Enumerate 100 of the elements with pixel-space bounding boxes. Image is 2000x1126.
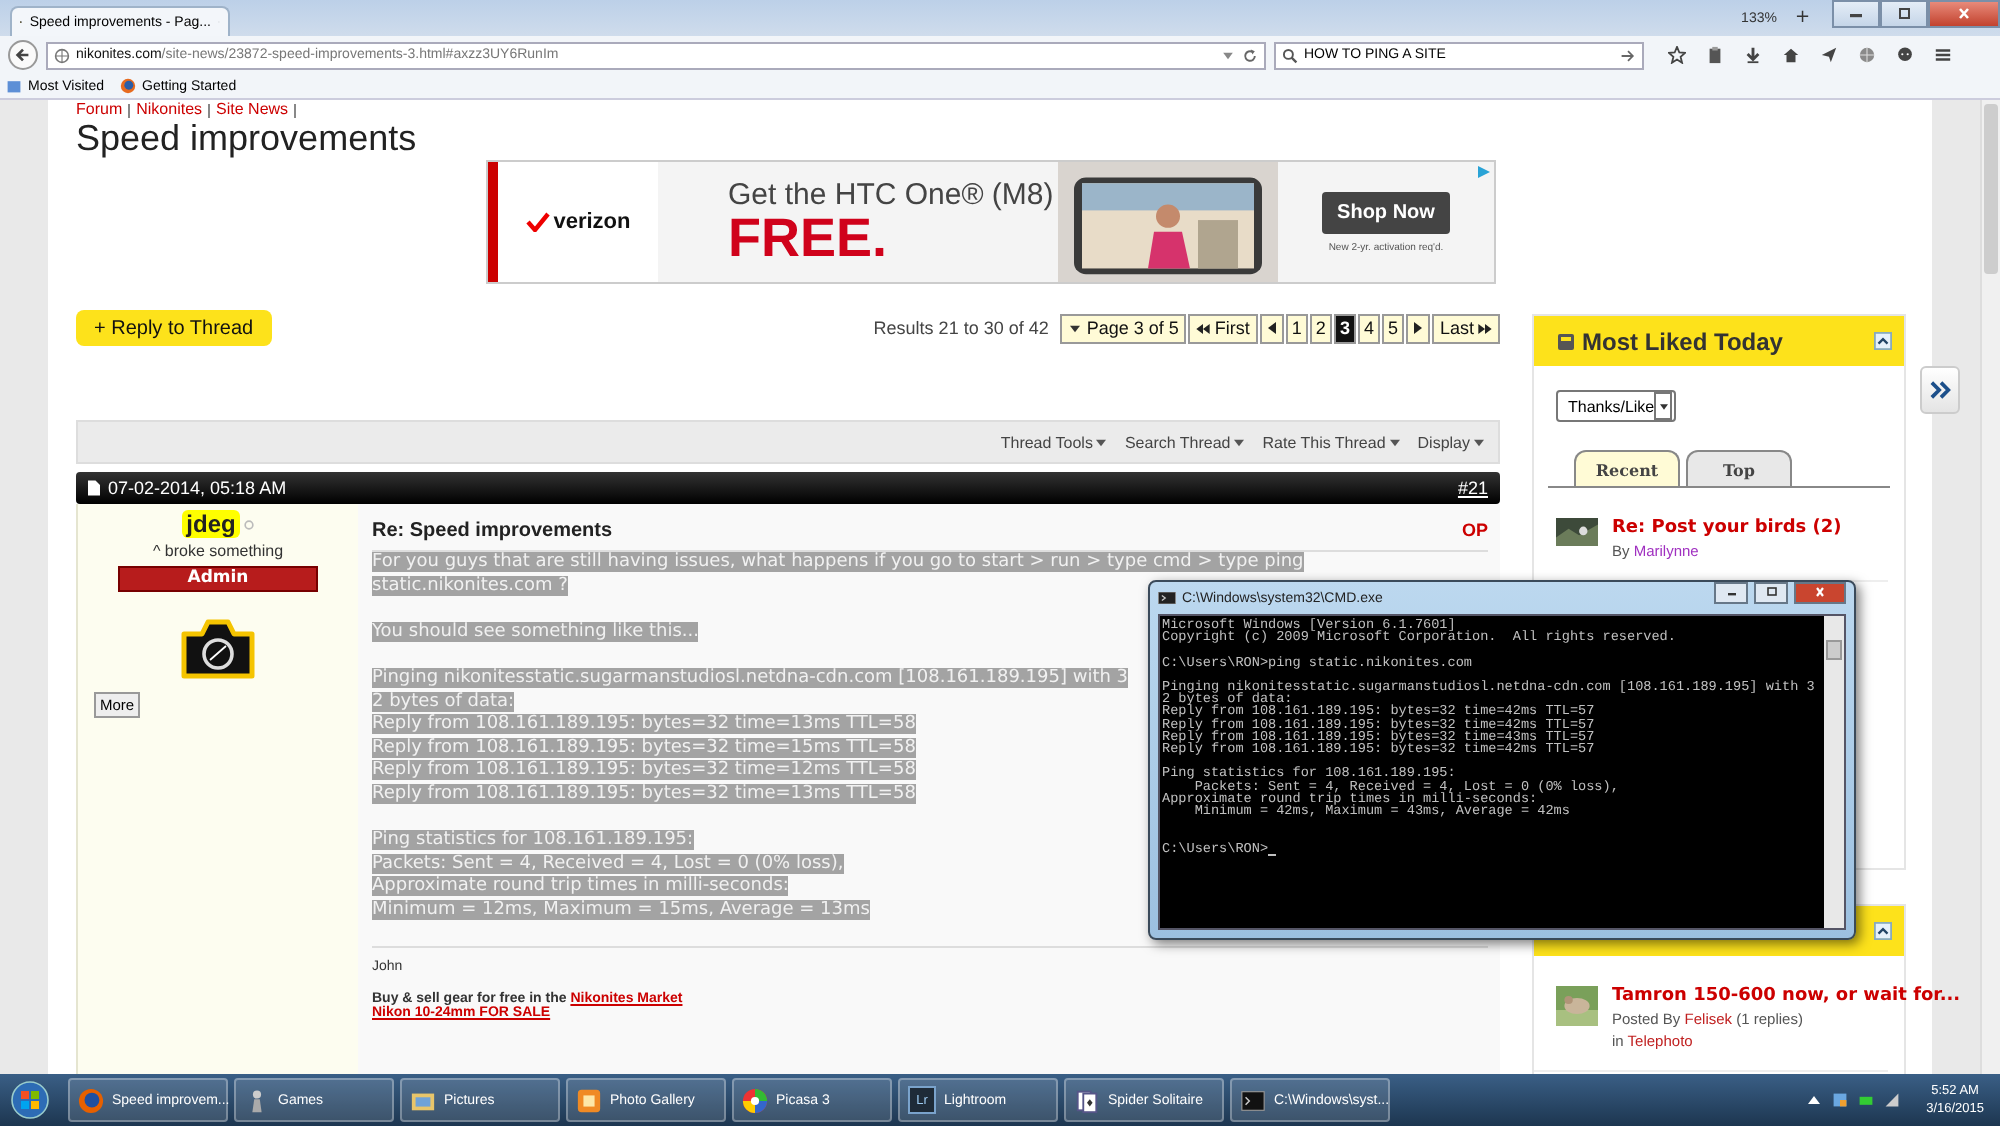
page-title: Speed improvements: [76, 120, 419, 158]
post-text: Reply from 108.161.189.195: bytes=32 time=15ms TTL=58: [372, 737, 916, 758]
thread-link[interactable]: Tamron 150-600 now, or wait for...: [1612, 986, 1961, 1006]
document-icon: [88, 480, 100, 496]
fox-globe-icon: [78, 1087, 104, 1113]
thread-menu-button[interactable]: Rate This Thread: [1262, 433, 1402, 451]
post-text: Pinging nikonitesstatic.sugarmanstudiosl.netdna-cdn.com [108.161.189.195] with 3: [372, 667, 1129, 688]
maximize-icon: [1761, 586, 1781, 598]
arrow-icon: [1267, 322, 1276, 334]
post-text: Packets: Sent = 4, Received = 4, Lost = 0 (0% loss),: [372, 853, 844, 874]
download-icon[interactable]: [1744, 46, 1762, 64]
expand-sidebar-button[interactable]: [1920, 366, 1960, 414]
globe-icon: [54, 47, 70, 63]
back-button[interactable]: [8, 40, 38, 70]
tab[interactable]: Recent: [1574, 450, 1680, 486]
page-number[interactable]: 2: [1309, 313, 1332, 343]
page-number[interactable]: 4: [1357, 313, 1380, 343]
breadcrumb-link[interactable]: Forum: [76, 100, 123, 120]
caret-icon: [1094, 437, 1109, 447]
home-icon[interactable]: [1782, 46, 1800, 64]
minimize-button[interactable]: [1832, 0, 1880, 28]
post-text: static.nikonites.com ?: [372, 575, 568, 596]
post-number-link[interactable]: #21: [1457, 478, 1488, 498]
breadcrumb-link[interactable]: Site News: [216, 100, 289, 120]
double-arrow-icon: [1478, 323, 1492, 333]
close-icon: [1954, 8, 1974, 20]
post-text: Ping statistics for 108.161.189.195:: [372, 830, 694, 851]
globe-icon[interactable]: [1858, 46, 1876, 64]
double-chevron-icon: [1929, 380, 1951, 400]
ad-choices-icon[interactable]: [1476, 164, 1492, 180]
ad-offer: FREE.: [728, 212, 890, 266]
shop-now-button[interactable]: Shop Now: [1321, 191, 1451, 233]
ad-brand: verizon: [553, 210, 631, 234]
next-page-button[interactable]: [1405, 313, 1430, 343]
flag-icon[interactable]: [1832, 1092, 1849, 1108]
close-button[interactable]: [1928, 0, 2000, 28]
minimize-button[interactable]: [1714, 581, 1748, 603]
first-page-button[interactable]: First: [1188, 313, 1258, 343]
back-arrow-icon: [14, 46, 32, 64]
color-wheel-icon: [742, 1087, 768, 1113]
text-cursor: [1268, 853, 1277, 856]
username-link[interactable]: jdeg: [182, 510, 240, 538]
reload-icon[interactable]: [1242, 47, 1258, 63]
user-title: ^ broke something: [152, 542, 284, 560]
bookmark-folder-icon: [6, 78, 22, 94]
clipboard-icon[interactable]: [1706, 46, 1724, 64]
go-arrow-icon[interactable]: [1620, 47, 1636, 63]
post-title: Re: Speed improvements: [372, 519, 613, 541]
console-icon: [1158, 592, 1176, 604]
scrollbar[interactable]: [1824, 616, 1844, 928]
page-number[interactable]: 5: [1381, 313, 1404, 343]
signal-icon[interactable]: [1884, 1092, 1901, 1108]
scrollbar[interactable]: [1980, 100, 2000, 1074]
close-button[interactable]: [1794, 581, 1846, 603]
previous-page-button[interactable]: [1259, 313, 1284, 343]
start-orb-icon: [10, 1080, 50, 1120]
collapse-icon[interactable]: [1874, 332, 1892, 350]
collapse-icon[interactable]: [1874, 922, 1892, 940]
double-arrow-icon: [1196, 323, 1211, 333]
thread-link[interactable]: Re: Post your birds (2): [1612, 518, 1842, 538]
reply-to-thread-button[interactable]: + Reply to Thread: [76, 310, 272, 346]
filter-dropdown[interactable]: Thanks/Like: [1556, 390, 1676, 422]
maximize-button[interactable]: [1754, 581, 1788, 603]
close-icon: [1810, 586, 1830, 598]
check-icon: [525, 212, 550, 232]
show-hidden-icons-icon[interactable]: [1806, 1092, 1823, 1108]
breadcrumb-link[interactable]: Nikonites: [136, 100, 203, 120]
page-number[interactable]: 3: [1333, 313, 1356, 343]
gallery-icon: [576, 1087, 602, 1113]
search-icon: [1282, 47, 1298, 63]
results-count: Results 21 to 30 of 42: [873, 318, 1049, 338]
thread-menu-button[interactable]: Display: [1417, 433, 1486, 451]
rank-badge: Admin: [118, 566, 318, 592]
fox-globe-icon: [120, 78, 136, 94]
caret-icon: [1232, 437, 1247, 447]
caret-icon: [1659, 403, 1668, 409]
page-number[interactable]: 1: [1285, 313, 1308, 343]
thread-menu-button[interactable]: Search Thread: [1124, 433, 1247, 451]
maximize-icon: [1894, 8, 1914, 20]
op-label: OP: [1461, 520, 1488, 540]
command-prompt-window[interactable]: [1148, 580, 1856, 940]
star-icon[interactable]: [1668, 46, 1686, 64]
arrow-icon: [1413, 322, 1422, 334]
paper-plane-icon[interactable]: [1820, 46, 1838, 64]
chat-icon[interactable]: [1896, 46, 1914, 64]
menu-icon[interactable]: [1934, 46, 1952, 64]
zoom-in-button[interactable]: +: [1788, 8, 1816, 28]
caret-icon: [1068, 323, 1083, 333]
minimize-icon: [1846, 8, 1866, 20]
panel-title: Most Liked Today: [1582, 327, 1783, 355]
maximize-button[interactable]: [1880, 0, 1928, 28]
ad-headline: Get the HTC One® (M8): [728, 178, 1056, 212]
last-page-button[interactable]: Last: [1431, 313, 1500, 343]
post-text: 2 bytes of data:: [372, 691, 515, 712]
dropdown-icon[interactable]: [1220, 47, 1236, 63]
tab[interactable]: Top: [1686, 450, 1792, 486]
post-text: Reply from 108.161.189.195: bytes=32 time=13ms TTL=58: [372, 714, 916, 735]
page-menu-button[interactable]: Page 3 of 5: [1060, 313, 1187, 343]
thread-menu-button[interactable]: Thread Tools: [1000, 433, 1109, 451]
battery-icon[interactable]: [1858, 1092, 1875, 1108]
